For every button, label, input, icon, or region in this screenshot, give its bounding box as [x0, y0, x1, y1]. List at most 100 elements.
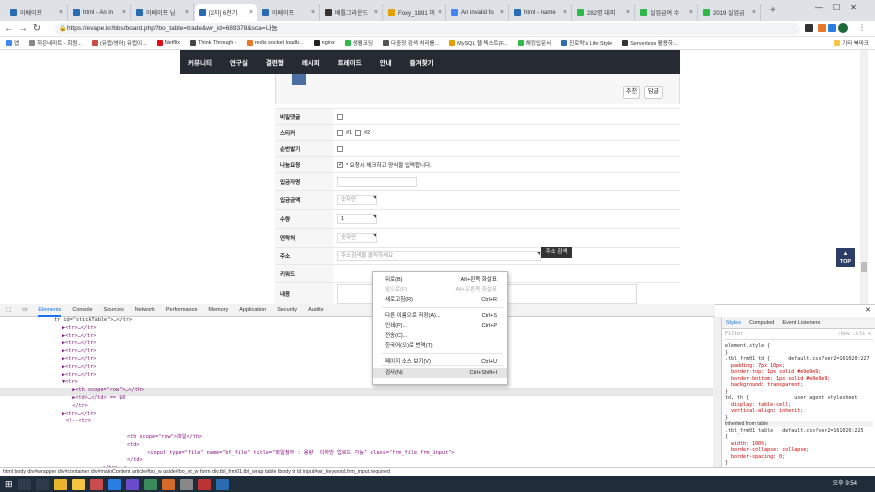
bookmark-item[interactable]: Serverless 활용하... — [622, 39, 678, 47]
devtools-tab[interactable]: Memory — [208, 307, 228, 313]
site-menu-item[interactable]: 트레이드 — [338, 57, 362, 67]
styles-subtab[interactable]: Computed — [749, 320, 774, 326]
chrome-icon[interactable] — [53, 478, 67, 490]
dom-node-line[interactable]: tr id="stickTable">…</tr> — [54, 317, 132, 325]
bookmark-item[interactable]: Think Through - — [189, 40, 237, 46]
dom-node-line[interactable]: </tr> — [66, 403, 88, 411]
context-menu-item[interactable]: 새로고침(R) Ctrl+R — [373, 295, 507, 305]
devtools-tab[interactable]: Console — [72, 307, 92, 313]
devtools-tab[interactable]: Security — [277, 307, 297, 313]
dom-node-line[interactable]: ▶<tr>…</tr> — [62, 348, 96, 356]
style-rule-line[interactable]: } — [725, 415, 728, 421]
top-button[interactable]: ▲ TOP — [836, 248, 855, 267]
forward-icon[interactable]: → — [17, 23, 29, 35]
tab-close-icon[interactable]: × — [122, 9, 126, 16]
dom-node-line[interactable]: ▶<tr>…</tr> — [62, 356, 96, 364]
app-icon[interactable] — [89, 478, 103, 490]
app-icon[interactable] — [197, 478, 211, 490]
page-scrollbar[interactable] — [860, 50, 868, 304]
style-rule-line[interactable]: td, th { user agent stylesheet — [725, 395, 857, 401]
explorer-icon[interactable] — [71, 478, 85, 490]
context-menu-item[interactable]: 검사(N) Ctrl+Shift+I — [373, 368, 507, 378]
site-menu-item[interactable]: 커뮤니티 — [188, 57, 212, 67]
app-icon[interactable] — [179, 478, 193, 490]
dom-node-line[interactable]: <input type="file" name="bf_file" title=… — [116, 450, 454, 458]
devtools-tab[interactable]: Audits — [308, 307, 323, 313]
checkbox[interactable] — [337, 145, 343, 152]
style-rule-line[interactable]: } — [725, 350, 728, 356]
bookmark-item[interactable]: 앱 — [6, 39, 19, 47]
browser-tab[interactable]: html - name × — [510, 4, 572, 21]
browser-tab[interactable]: An invalid fo × — [447, 4, 509, 21]
style-rule-line[interactable]: width: 100%; — [725, 441, 767, 447]
dom-node-line[interactable]: <td> — [102, 442, 140, 450]
reply-button[interactable]: 답글 — [644, 86, 663, 99]
style-rule-line[interactable]: } — [725, 460, 728, 466]
device-toolbar-icon[interactable]: ▭ — [22, 307, 27, 313]
bookmark-item[interactable]: MySQL 웹 텍스트(F... — [449, 39, 508, 47]
style-rule-line[interactable]: background: transparent; — [725, 382, 803, 388]
address-input[interactable]: 주소검색을 클릭하세요 — [337, 251, 541, 261]
contact-input[interactable]: 숫자만 — [337, 233, 377, 243]
deposit-amount-input[interactable]: 숫자만 — [337, 195, 377, 205]
back-icon[interactable]: ← — [3, 23, 15, 35]
dom-node-line[interactable]: ▼<tr> — [62, 379, 78, 387]
taskbar-clock[interactable]: 오후 9:54 — [833, 478, 857, 487]
bookmark-item[interactable]: nginx — [313, 40, 335, 46]
browser-tab[interactable]: 배틀그라운드 × — [321, 4, 383, 21]
reload-icon[interactable]: ↻ — [31, 23, 43, 35]
context-menu-item[interactable]: 인쇄(P)... Ctrl+P — [373, 321, 507, 331]
devtools-tab[interactable]: Sources — [104, 307, 124, 313]
tab-close-icon[interactable]: × — [59, 9, 63, 16]
devtools-tab[interactable]: Performance — [166, 307, 198, 313]
context-menu-item[interactable]: 한국어(으)로 번역(T) — [373, 341, 507, 351]
site-menu-item[interactable]: 레시피 — [302, 57, 320, 67]
style-rule-line[interactable]: .tbl_frm01 table default.css?ver2=161020… — [725, 428, 863, 434]
browser-tab[interactable]: 이베이프 × — [258, 4, 320, 21]
extension-icon[interactable] — [805, 24, 813, 32]
devtools-tab[interactable]: Elements — [38, 304, 62, 317]
tab-close-icon[interactable]: × — [500, 9, 504, 16]
vscode-icon[interactable] — [107, 478, 121, 490]
tab-close-icon[interactable]: × — [374, 9, 378, 16]
share-request-checkbox[interactable] — [337, 161, 343, 168]
quantity-input[interactable]: 1 — [337, 214, 377, 224]
dom-node-line[interactable]: ▶<tr>…</tr> — [62, 372, 96, 380]
browser-tab[interactable]: Foxy_1891 미 × — [384, 4, 446, 21]
style-rule-line[interactable]: } — [725, 389, 728, 395]
app-icon[interactable] — [143, 478, 157, 490]
style-rule-line[interactable]: border-bottom: 1px solid #e9e9e9; — [725, 376, 830, 382]
style-rule-line[interactable]: border-collapse: collapse; — [725, 447, 809, 453]
sticker-1-checkbox[interactable] — [337, 129, 343, 136]
devtools-close-icon[interactable]: ✕ — [865, 306, 871, 314]
tab-close-icon[interactable]: × — [626, 9, 630, 16]
menu-icon[interactable]: ⋮ — [858, 23, 866, 32]
browser-tab[interactable]: html - An in × — [69, 4, 131, 21]
style-rule-line[interactable]: .tbl_frm01 td { default.css?ver2=161020:… — [725, 356, 870, 362]
tab-close-icon[interactable]: × — [438, 9, 442, 16]
app-icon[interactable] — [125, 478, 139, 490]
style-rule-line[interactable]: vertical-align: inherit; — [725, 408, 803, 414]
sticker-2-checkbox[interactable] — [355, 129, 362, 136]
dom-node-line[interactable]: ▶<tr>…</tr> — [62, 411, 96, 419]
new-tab-button[interactable]: + — [770, 5, 776, 16]
browser-tab[interactable]: 282명 대피 × — [573, 4, 635, 21]
dom-node-line[interactable]: ▶<tr>…</tr> — [62, 340, 96, 348]
browser-tab[interactable]: 이베이프 × — [6, 4, 68, 21]
site-menu-item[interactable]: 안내 — [380, 57, 392, 67]
site-menu-item[interactable]: 연구실 — [230, 57, 248, 67]
context-menu-item[interactable]: 뒤로(B) Alt+왼쪽 화살표 — [373, 275, 507, 285]
extension-icon[interactable] — [828, 24, 836, 32]
style-rule-line[interactable]: display: table-cell; — [725, 402, 791, 408]
tab-close-icon[interactable]: × — [311, 9, 315, 16]
site-menu-item[interactable]: 즐겨찾기 — [410, 57, 434, 67]
dom-node-line[interactable]: ▶<th scope="row">…</th> — [66, 387, 144, 395]
style-rule-line[interactable]: element.style { — [725, 343, 770, 349]
styles-filter-input[interactable]: Filter :hov .cls + — [725, 331, 873, 340]
bookmark-item[interactable]: 다중정 검색 처리를... — [383, 39, 439, 47]
url-field[interactable]: 🔒 https://evape.kr/bbs/board.php?bo_tabl… — [55, 23, 800, 35]
context-menu-item[interactable]: 다른 이름으로 저장(A)... Ctrl+S — [373, 311, 507, 321]
browser-tab[interactable]: 실업급여 수 × — [636, 4, 698, 21]
bookmark-item[interactable]: 기타 북마크 — [834, 39, 869, 47]
bookmark-item[interactable]: 진로락's Life Style — [561, 39, 612, 47]
